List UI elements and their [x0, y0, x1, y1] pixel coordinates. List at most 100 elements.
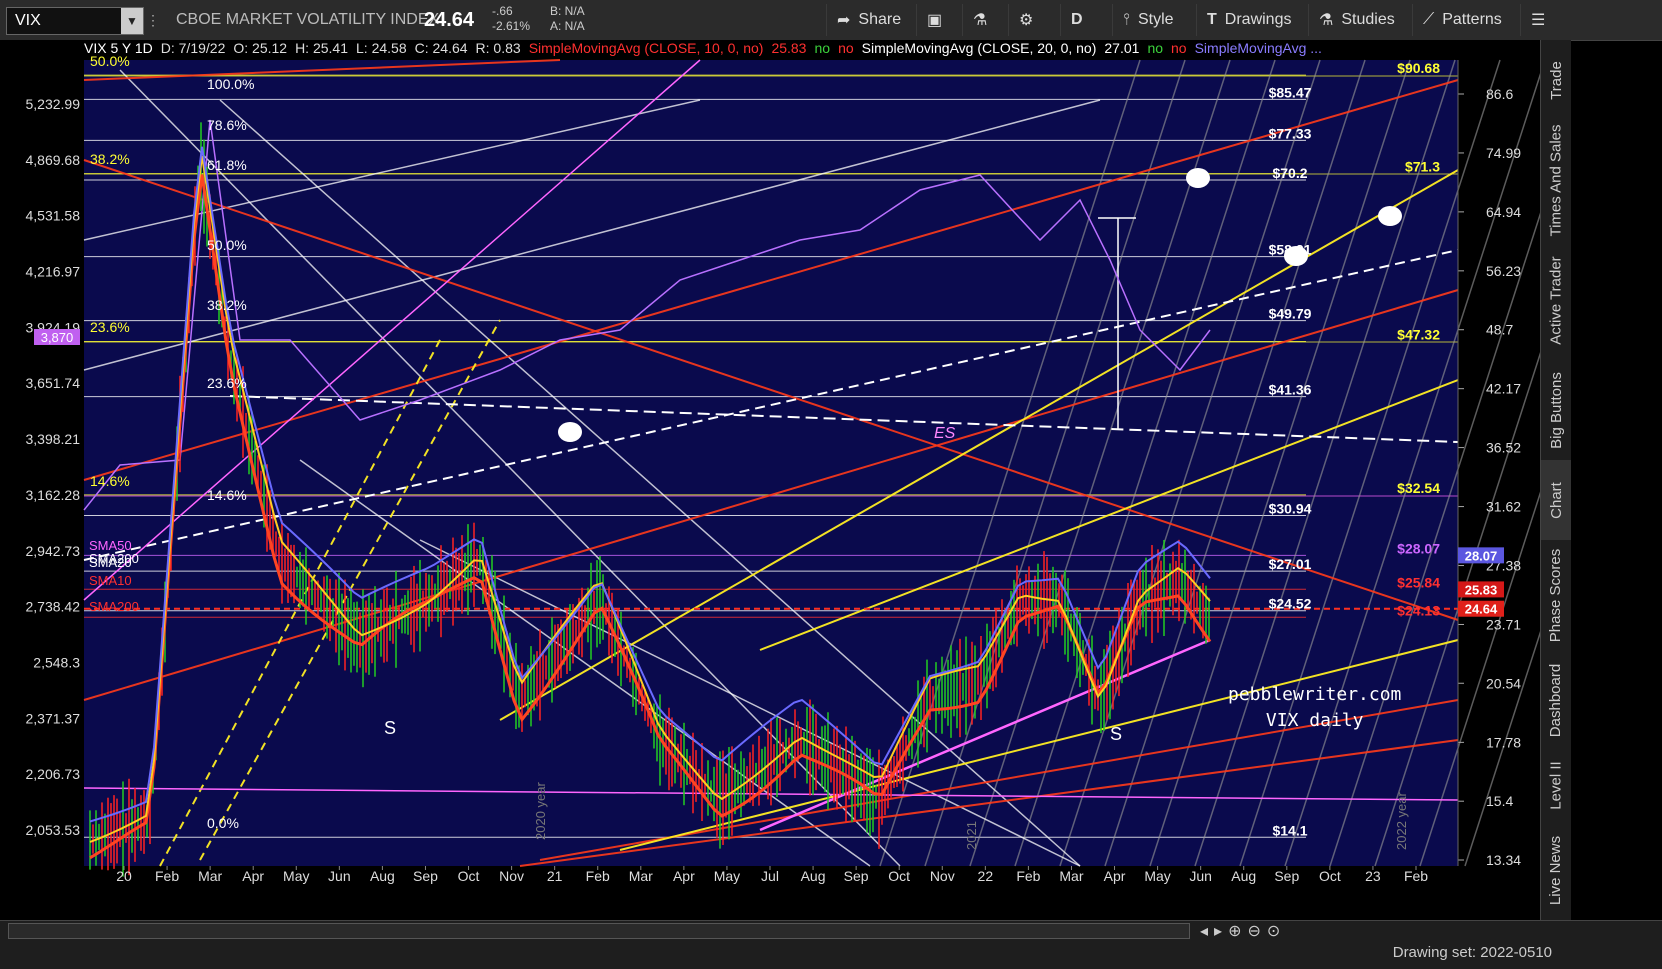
chart-title: VIX 5 Y 1D — [84, 40, 153, 56]
level-label: $41.36 — [1269, 382, 1312, 398]
x-tick-label: May — [714, 868, 740, 884]
share-button[interactable]: ➦ Share — [826, 4, 911, 36]
link-icon[interactable]: ⋮ — [146, 0, 160, 40]
level-label: $24.13 — [1397, 602, 1440, 618]
sma-more-label[interactable]: SimpleMovingAvg ... — [1195, 40, 1322, 58]
x-tick-label: Mar — [629, 868, 653, 884]
zoom-controls[interactable]: ◂▸⊕⊖⊙ — [1200, 921, 1286, 941]
marker-ellipse — [1378, 206, 1402, 226]
price-tag-label: 24.64 — [1465, 602, 1498, 617]
style-button[interactable]: ⫯ Style — [1112, 4, 1184, 36]
y-left-tick-label: 2,053.53 — [26, 822, 81, 838]
x-tick-label: Jul — [761, 868, 779, 884]
settings-button[interactable]: ⚙ — [1008, 4, 1043, 36]
rail-level-ii[interactable]: Level II — [1541, 750, 1571, 820]
x-tick-label: May — [1144, 868, 1170, 884]
menu-icon: ☰ — [1531, 12, 1546, 29]
chart-header: VIX 5 Y 1D D: 7/19/22 O: 25.12 H: 25.41 … — [84, 40, 1322, 58]
period-button[interactable]: D — [1060, 4, 1093, 36]
level-label: $85.47 — [1269, 84, 1312, 100]
bid-value: B: N/A — [550, 4, 585, 18]
ma-label: SMA10 — [89, 573, 132, 588]
watermark-site: pebblewriter.com — [1228, 684, 1402, 705]
x-tick-label: Aug — [370, 868, 395, 884]
x-tick-label: Nov — [930, 868, 955, 884]
es-annotation: ES — [934, 425, 956, 442]
x-tick-label: Feb — [1404, 868, 1428, 884]
y-left-tick-label: 4,216.97 — [26, 264, 81, 280]
rail-active-trader[interactable]: Active Trader — [1541, 240, 1571, 360]
flask-button[interactable]: ⚗ — [962, 4, 997, 36]
bar-date: D: 7/19/22 — [160, 40, 226, 56]
rail-chart[interactable]: Chart — [1541, 460, 1571, 540]
rail-dashboard[interactable]: Dashboard — [1541, 650, 1571, 750]
level-label: $27.01 — [1269, 556, 1312, 572]
drawings-button[interactable]: T Drawings — [1196, 4, 1301, 36]
level-label: $14.1 — [1272, 822, 1307, 838]
studies-button[interactable]: ⚗ Studies — [1308, 4, 1405, 36]
x-tick-label: Oct — [1319, 868, 1341, 884]
y-right-tick-label: 23.71 — [1486, 616, 1521, 632]
sma20-value: 27.01 — [1104, 40, 1140, 56]
flask-icon: ⚗ — [973, 12, 988, 29]
right-sidebar: Trade Times And Sales Active Trader Big … — [1540, 40, 1571, 920]
symbol-input[interactable]: VIX ▼ — [6, 7, 144, 35]
level-label: $58.21 — [1269, 242, 1312, 258]
bar-low: L: 24.58 — [356, 40, 407, 56]
y-right-tick-label: 17.78 — [1486, 734, 1521, 750]
chart-canvas[interactable]: 86.6 74.99 64.94 56.23 48.7 42.17 36.52 31.62 27… — [0, 40, 1540, 920]
level-label: $30.94 — [1269, 500, 1312, 516]
bar-open: O: 25.12 — [233, 40, 288, 56]
bar-close: C: 24.64 — [414, 40, 468, 56]
x-tick-label: Feb — [586, 868, 610, 884]
rail-trade[interactable]: Trade — [1541, 40, 1571, 120]
fib-label: 100.0% — [207, 76, 254, 92]
y-left-tick-label: 3,651.74 — [26, 375, 81, 391]
instrument-name: CBOE MARKET VOLATILITY INDEX — [176, 11, 440, 28]
rail-big-buttons[interactable]: Big Buttons — [1541, 360, 1571, 460]
x-tick-label: Sep — [1274, 868, 1299, 884]
x-tick-label: Sep — [844, 868, 869, 884]
rail-phase-scores[interactable]: Phase Scores — [1541, 540, 1571, 650]
y-right-tick-label: 42.17 — [1486, 381, 1521, 397]
y-left-tick-label: 2,942.73 — [26, 543, 81, 559]
level-label: $77.33 — [1269, 125, 1312, 141]
x-tick-label: Oct — [458, 868, 480, 884]
fib-label: 23.6% — [207, 375, 247, 391]
drawing-set-label[interactable]: Drawing set: 2022-0510 — [1393, 944, 1552, 961]
x-tick-label: Feb — [155, 868, 179, 884]
fib-label: 50.0% — [207, 237, 247, 253]
fib-label: 61.8% — [207, 157, 247, 173]
layout-button[interactable]: ▣ — [916, 4, 952, 36]
watermark-caption: VIX daily — [1265, 710, 1364, 731]
marker-ellipse — [1186, 168, 1210, 188]
y-left-tick-label: 5,232.99 — [26, 96, 81, 112]
rail-live-news[interactable]: Live News — [1541, 820, 1571, 920]
level-label: $70.2 — [1272, 165, 1307, 181]
fib-label: 38.2% — [207, 297, 247, 313]
flask-icon: ⚗ — [1319, 12, 1334, 29]
price-tag-label: 28.07 — [1465, 548, 1498, 563]
style-icon: ⫯ — [1123, 11, 1130, 28]
s-annotation: S — [384, 718, 396, 738]
chevron-down-icon[interactable]: ▼ — [121, 8, 143, 34]
x-tick-label: 20 — [116, 868, 132, 884]
sma10-label[interactable]: SimpleMovingAvg (CLOSE, 10, 0, no) — [529, 40, 764, 58]
percent-change: -2.61% — [492, 19, 531, 33]
sma20-label[interactable]: SimpleMovingAvg (CLOSE, 20, 0, no) — [862, 40, 1097, 58]
y-left-tick-label: 2,738.42 — [26, 599, 81, 615]
y-right-tick-label: 36.52 — [1486, 440, 1521, 456]
y-right-tick-label: 13.34 — [1486, 852, 1521, 868]
patterns-icon: ⟋ — [1423, 11, 1435, 28]
horizontal-scrollbar[interactable] — [8, 923, 1190, 939]
patterns-button[interactable]: ⟋ Patterns — [1412, 4, 1512, 36]
x-tick-label: Apr — [242, 868, 264, 884]
sma10-flag-1: no — [814, 40, 831, 56]
rail-times-and-sales[interactable]: Times And Sales — [1541, 120, 1571, 240]
y-left-tick-label: 3,162.28 — [26, 487, 81, 503]
y-right-tick-label: 31.62 — [1486, 499, 1521, 515]
text-icon: T — [1207, 11, 1217, 28]
menu-button[interactable]: ☰ — [1520, 4, 1555, 36]
level-label: $49.79 — [1269, 306, 1312, 322]
fib-far-label: 14.6% — [90, 473, 130, 489]
